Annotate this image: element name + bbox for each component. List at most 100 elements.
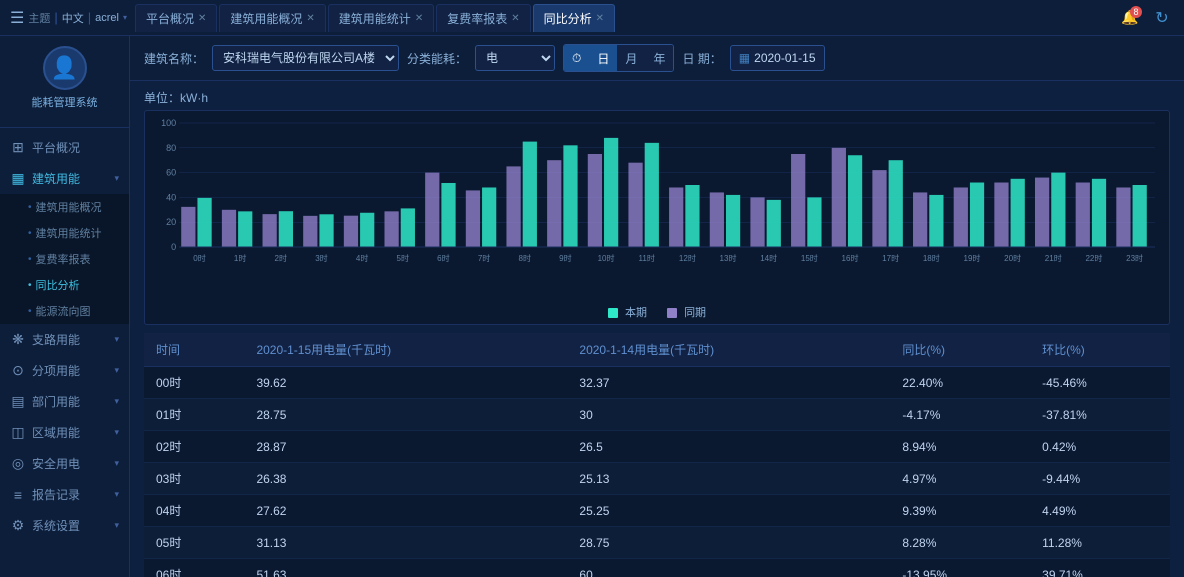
legend-current-dot [608, 308, 618, 318]
subitem-label-compare: 同比分析 [36, 277, 80, 293]
table-header-1: 2020-1-15用电量(千瓦时) [244, 333, 567, 367]
sidebar-subitem-overview[interactable]: 建筑用能概况 [0, 194, 129, 220]
clock-btn[interactable]: ⏱ [564, 45, 589, 71]
year-btn[interactable]: 年 [645, 45, 673, 71]
lang-label[interactable]: 中文 [62, 10, 84, 26]
table-cell-0-2: 32.37 [567, 367, 890, 399]
sidebar-subitem-flow[interactable]: 能源流向图 [0, 298, 129, 324]
sidebar-icon-settings: ⚙ [10, 517, 26, 534]
table-header-2: 2020-1-14用电量(千瓦时) [567, 333, 890, 367]
sidebar-arrow-sector: ▾ [114, 365, 119, 376]
sidebar-item-building_energy[interactable]: ▦ 建筑用能 ▾ [0, 163, 129, 194]
user-avatar-icon: 👤 [51, 55, 78, 81]
date-picker[interactable]: ▦ 2020-01-15 [730, 45, 825, 71]
user-label[interactable]: acrel [95, 12, 119, 24]
notification-button[interactable]: 🔔 8 [1118, 6, 1142, 30]
table-cell-0-4: -45.46% [1030, 367, 1170, 399]
tab-energy_overview[interactable]: 建筑用能概况 ✕ [219, 4, 325, 32]
sidebar-icon-report: ≡ [10, 487, 26, 503]
building-label: 建筑名称： [144, 50, 204, 67]
sidebar-subitem-rate[interactable]: 复费率报表 [0, 246, 129, 272]
tab-compare[interactable]: 同比分析✕ [533, 4, 615, 32]
sidebar-item-dept[interactable]: ▤ 部门用能 ▾ [0, 386, 129, 417]
sidebar-item-platform[interactable]: ⊞ 平台概况 [0, 132, 129, 163]
tab-close-energy_overview[interactable]: ✕ [306, 13, 314, 24]
tab-close-power_rate[interactable]: ✕ [511, 13, 519, 24]
sidebar-icon-safety: ◎ [10, 455, 26, 472]
svg-text:40: 40 [166, 192, 176, 202]
sidebar-arrow-safety: ▾ [114, 458, 119, 469]
time-period-group: ⏱ 日 月 年 [563, 44, 674, 72]
sidebar-label-settings: 系统设置 [32, 517, 108, 534]
table-cell-5-0: 05时 [144, 527, 244, 559]
table-cell-5-4: 11.28% [1030, 527, 1170, 559]
sidebar-label-report: 报告记录 [32, 486, 108, 503]
table-cell-6-3: -13.95% [890, 559, 1030, 577]
top-bar: ☰ 主题 | 中文 | acrel ▾ 平台概况✕建筑用能概况✕建筑用能统计✕复… [0, 0, 1184, 36]
subitem-label-rate: 复费率报表 [36, 251, 91, 267]
legend-prev-label: 同期 [684, 307, 706, 319]
day-btn[interactable]: 日 [589, 45, 617, 71]
refresh-button[interactable]: ↻ [1150, 6, 1174, 30]
separator1: | [54, 10, 57, 25]
sidebar-subitem-compare[interactable]: 同比分析 [0, 272, 129, 298]
table-row: 01时28.7530-4.17%-37.81% [144, 399, 1170, 431]
table-cell-0-3: 22.40% [890, 367, 1030, 399]
svg-text:20: 20 [166, 217, 176, 227]
sidebar-item-sector[interactable]: ⊙ 分项用能 ▾ [0, 355, 129, 386]
svg-text:22时: 22时 [1085, 253, 1102, 263]
svg-text:1时: 1时 [234, 253, 247, 263]
table-cell-3-4: -9.44% [1030, 463, 1170, 495]
table-cell-5-3: 8.28% [890, 527, 1030, 559]
svg-text:20时: 20时 [1004, 253, 1021, 263]
table-cell-4-1: 27.62 [244, 495, 567, 527]
tab-label-energy_overview: 建筑用能概况 [230, 10, 302, 27]
sidebar-arrow-settings: ▾ [114, 520, 119, 531]
svg-text:2时: 2时 [275, 253, 288, 263]
svg-text:21时: 21时 [1045, 253, 1062, 263]
svg-text:3时: 3时 [315, 253, 328, 263]
hamburger-icon[interactable]: ☰ [10, 8, 24, 28]
sidebar-item-report[interactable]: ≡ 报告记录 ▾ [0, 479, 129, 510]
table-cell-2-4: 0.42% [1030, 431, 1170, 463]
legend-prev-dot [667, 308, 677, 318]
theme-label: 主题 [28, 10, 50, 26]
table-header-4: 环比(%) [1030, 333, 1170, 367]
sidebar-item-safety[interactable]: ◎ 安全用电 ▾ [0, 448, 129, 479]
tab-close-compare[interactable]: ✕ [596, 13, 604, 24]
table-cell-4-4: 4.49% [1030, 495, 1170, 527]
svg-text:11时: 11时 [639, 253, 655, 263]
sidebar-item-zone[interactable]: ◫ 区域用能 ▾ [0, 417, 129, 448]
table-cell-1-0: 01时 [144, 399, 244, 431]
category-label: 分类能耗： [407, 50, 467, 67]
svg-text:9时: 9时 [559, 253, 572, 263]
tab-close-energy_stats[interactable]: ✕ [415, 13, 423, 24]
chart-wrapper: 0204060801000时1时2时3时4时5时6时7时8时9时10时11时12… [144, 110, 1170, 325]
svg-text:80: 80 [166, 143, 176, 153]
sidebar-subitem-stats[interactable]: 建筑用能统计 [0, 220, 129, 246]
table-row: 05时31.1328.758.28%11.28% [144, 527, 1170, 559]
svg-text:4时: 4时 [356, 253, 369, 263]
chart-section: 单位：kW·h 0204060801000时1时2时3时4时5时6时7时8时9时… [130, 81, 1184, 333]
tab-energy_stats[interactable]: 建筑用能统计✕ [328, 4, 434, 32]
sidebar-icon-dept: ▤ [10, 393, 26, 410]
sidebar-item-settings[interactable]: ⚙ 系统设置 ▾ [0, 510, 129, 541]
top-right-icons: 🔔 8 ↻ [1118, 6, 1174, 30]
tab-platform[interactable]: 平台概况✕ [135, 4, 217, 32]
tab-power_rate[interactable]: 复费率报表✕ [436, 4, 530, 32]
date-value: 2020-01-15 [754, 51, 815, 65]
sidebar-arrow-report: ▾ [114, 489, 119, 500]
table-section: 时间2020-1-15用电量(千瓦时)2020-1-14用电量(千瓦时)同比(%… [130, 333, 1184, 577]
menu-section: ☰ 主题 | 中文 | acrel ▾ [10, 8, 127, 28]
sidebar-divider [0, 127, 129, 128]
user-dropdown-icon[interactable]: ▾ [123, 13, 127, 22]
building-select[interactable]: 安科瑞电气股份有限公司A楼 [212, 45, 399, 71]
separator2: | [88, 10, 91, 25]
month-btn[interactable]: 月 [617, 45, 645, 71]
sidebar-arrow-zone: ▾ [114, 427, 119, 438]
sidebar-icon-sector: ⊙ [10, 362, 26, 379]
category-select[interactable]: 电 [475, 45, 555, 71]
subitem-label-flow: 能源流向图 [36, 303, 91, 319]
tab-close-platform[interactable]: ✕ [198, 13, 206, 24]
sidebar-item-branch[interactable]: ❋ 支路用能 ▾ [0, 324, 129, 355]
